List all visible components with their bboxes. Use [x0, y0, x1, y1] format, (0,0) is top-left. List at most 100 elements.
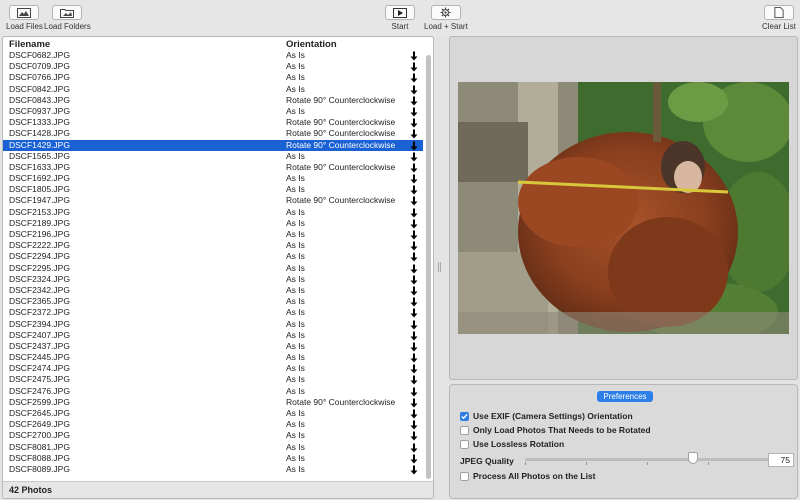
filename-column-header[interactable]: Filename [9, 39, 50, 50]
jpeg-quality-field[interactable]: 75 [768, 453, 794, 467]
only-rotated-checkbox[interactable] [460, 425, 469, 435]
table-row[interactable]: DSCF2445.JPG As Is [3, 352, 423, 363]
table-row[interactable]: DSCF0843.JPG Rotate 90° Counterclockwise [3, 95, 423, 106]
down-arrow-icon[interactable] [409, 241, 419, 251]
table-row[interactable]: DSCF1565.JPG As Is [3, 151, 423, 162]
orientation-cell[interactable]: As Is [286, 263, 305, 274]
table-row[interactable]: DSCF1428.JPG Rotate 90° Counterclockwise [3, 128, 423, 139]
table-row[interactable]: DSCF2324.JPG As Is [3, 274, 423, 285]
orientation-cell[interactable]: As Is [286, 352, 305, 363]
orientation-cell[interactable]: As Is [286, 72, 305, 83]
load-files-button[interactable]: Load Files [6, 5, 43, 31]
down-arrow-icon[interactable] [409, 409, 419, 419]
jpeg-quality-slider-thumb[interactable] [688, 452, 698, 464]
scrollbar-thumb[interactable] [426, 55, 431, 479]
table-row[interactable]: DSCF2599.JPG Rotate 90° Counterclockwise [3, 397, 423, 408]
down-arrow-icon[interactable] [409, 308, 419, 318]
down-arrow-icon[interactable] [409, 387, 419, 397]
down-arrow-icon[interactable] [409, 375, 419, 385]
orientation-cell[interactable]: Rotate 90° Counterclockwise [286, 140, 395, 151]
table-row[interactable]: DSCF0937.JPG As Is [3, 106, 423, 117]
down-arrow-icon[interactable] [409, 141, 419, 151]
table-row[interactable]: DSCF2394.JPG As Is [3, 319, 423, 330]
table-row[interactable]: DSCF8089.JPG As Is [3, 464, 423, 475]
orientation-cell[interactable]: As Is [286, 374, 305, 385]
table-row[interactable]: DSCF2189.JPG As Is [3, 218, 423, 229]
table-row[interactable]: DSCF1429.JPG Rotate 90° Counterclockwise [3, 139, 423, 151]
orientation-cell[interactable]: As Is [286, 464, 305, 475]
table-row[interactable]: DSCF2365.JPG As Is [3, 296, 423, 307]
down-arrow-icon[interactable] [409, 219, 419, 229]
table-row[interactable]: DSCF2700.JPG As Is [3, 430, 423, 441]
down-arrow-icon[interactable] [409, 118, 419, 128]
table-row[interactable]: DSCF2475.JPG As Is [3, 374, 423, 385]
down-arrow-icon[interactable] [409, 208, 419, 218]
orientation-cell[interactable]: As Is [286, 240, 305, 251]
down-arrow-icon[interactable] [409, 264, 419, 274]
use-exif-checkbox[interactable] [460, 411, 469, 421]
table-row[interactable]: DSCF2295.JPG As Is [3, 263, 423, 274]
table-row[interactable]: DSCF2649.JPG As Is [3, 419, 423, 430]
orientation-cell[interactable]: As Is [286, 218, 305, 229]
orientation-cell[interactable]: As Is [286, 341, 305, 352]
preferences-tab[interactable]: Preferences [597, 391, 653, 402]
table-row[interactable]: DSCF2342.JPG As Is [3, 285, 423, 296]
lossless-checkbox[interactable] [460, 439, 469, 449]
orientation-cell[interactable]: Rotate 90° Counterclockwise [286, 397, 395, 408]
down-arrow-icon[interactable] [409, 275, 419, 285]
load-folders-button[interactable]: Load Folders [44, 5, 91, 31]
use-exif-option[interactable]: Use EXIF (Camera Settings) Orientation [460, 411, 633, 421]
orientation-cell[interactable]: As Is [286, 251, 305, 262]
down-arrow-icon[interactable] [409, 286, 419, 296]
process-all-option[interactable]: Process All Photos on the List [460, 471, 595, 481]
table-row[interactable]: DSCF1333.JPG Rotate 90° Counterclockwise [3, 117, 423, 128]
split-view-handle[interactable] [438, 262, 441, 272]
orientation-cell[interactable]: As Is [286, 285, 305, 296]
table-row[interactable]: DSCF2407.JPG As Is [3, 330, 423, 341]
down-arrow-icon[interactable] [409, 364, 419, 374]
table-row[interactable]: DSCF1805.JPG As Is [3, 184, 423, 195]
table-row[interactable]: DSCF1633.JPG Rotate 90° Counterclockwise [3, 162, 423, 173]
orientation-cell[interactable]: As Is [286, 330, 305, 341]
orientation-cell[interactable]: Rotate 90° Counterclockwise [286, 117, 395, 128]
table-row[interactable]: DSCF2294.JPG As Is [3, 251, 423, 262]
table-row[interactable]: DSCF2645.JPG As Is [3, 408, 423, 419]
down-arrow-icon[interactable] [409, 152, 419, 162]
lossless-option[interactable]: Use Lossless Rotation [460, 439, 564, 449]
clear-list-button[interactable]: Clear List [762, 5, 796, 31]
table-row[interactable]: DSCF0766.JPG As Is [3, 72, 423, 83]
orientation-cell[interactable]: As Is [286, 173, 305, 184]
down-arrow-icon[interactable] [409, 73, 419, 83]
orientation-cell[interactable]: As Is [286, 408, 305, 419]
table-row[interactable]: DSCF2372.JPG As Is [3, 307, 423, 318]
down-arrow-icon[interactable] [409, 85, 419, 95]
table-row[interactable]: DSCF8088.JPG As Is [3, 453, 423, 464]
table-row[interactable]: DSCF0682.JPG As Is [3, 50, 423, 61]
down-arrow-icon[interactable] [409, 230, 419, 240]
down-arrow-icon[interactable] [409, 107, 419, 117]
down-arrow-icon[interactable] [409, 320, 419, 330]
orientation-cell[interactable]: As Is [286, 319, 305, 330]
down-arrow-icon[interactable] [409, 353, 419, 363]
orientation-cell[interactable]: As Is [286, 386, 305, 397]
orientation-cell[interactable]: Rotate 90° Counterclockwise [286, 162, 395, 173]
table-row[interactable]: DSCF1947.JPG Rotate 90° Counterclockwise [3, 195, 423, 206]
down-arrow-icon[interactable] [409, 196, 419, 206]
down-arrow-icon[interactable] [409, 163, 419, 173]
orientation-cell[interactable]: As Is [286, 207, 305, 218]
down-arrow-icon[interactable] [409, 342, 419, 352]
only-rotated-option[interactable]: Only Load Photos That Needs to be Rotate… [460, 425, 651, 435]
orientation-cell[interactable]: As Is [286, 430, 305, 441]
table-row[interactable]: DSCF8081.JPG As Is [3, 442, 423, 453]
down-arrow-icon[interactable] [409, 252, 419, 262]
down-arrow-icon[interactable] [409, 331, 419, 341]
down-arrow-icon[interactable] [409, 51, 419, 61]
orientation-cell[interactable]: As Is [286, 307, 305, 318]
orientation-column-header[interactable]: Orientation [286, 39, 337, 50]
orientation-cell[interactable]: As Is [286, 229, 305, 240]
table-row[interactable]: DSCF1692.JPG As Is [3, 173, 423, 184]
orientation-cell[interactable]: As Is [286, 419, 305, 430]
table-row[interactable]: DSCF0709.JPG As Is [3, 61, 423, 72]
process-all-checkbox[interactable] [460, 471, 469, 481]
down-arrow-icon[interactable] [409, 297, 419, 307]
